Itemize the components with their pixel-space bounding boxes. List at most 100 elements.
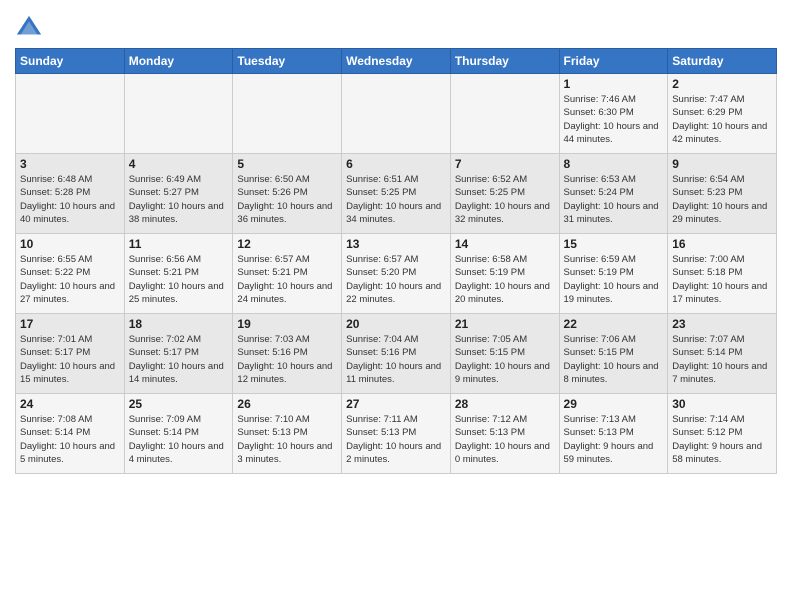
day-info: Sunrise: 7:06 AMSunset: 5:15 PMDaylight:… [564,333,664,386]
calendar-table: SundayMondayTuesdayWednesdayThursdayFrid… [15,48,777,474]
calendar-cell: 18 Sunrise: 7:02 AMSunset: 5:17 PMDayligh… [124,314,233,394]
day-info: Sunrise: 6:50 AMSunset: 5:26 PMDaylight:… [237,173,337,226]
day-number: 22 [564,317,664,331]
day-number: 5 [237,157,337,171]
day-number: 24 [20,397,120,411]
day-number: 9 [672,157,772,171]
day-of-week-header: Friday [559,49,668,74]
calendar-week-row: 24Sunrise: 7:08 AMSunset: 5:14 PMDayligh… [16,394,777,474]
calendar-cell [233,74,342,154]
calendar-cell: 2 Sunrise: 7:47 AMSunset: 6:29 PMDaylight… [668,74,777,154]
calendar-cell: 20 Sunrise: 7:04 AMSunset: 5:16 PMDayligh… [342,314,451,394]
calendar-cell: 12 Sunrise: 6:57 AMSunset: 5:21 PMDayligh… [233,234,342,314]
day-info: Sunrise: 6:59 AMSunset: 5:19 PMDaylight:… [564,253,664,306]
day-number: 26 [237,397,337,411]
calendar-cell [450,74,559,154]
day-number: 7 [455,157,555,171]
calendar-cell [124,74,233,154]
day-number: 18 [129,317,229,331]
day-of-week-header: Tuesday [233,49,342,74]
day-info: Sunrise: 6:52 AMSunset: 5:25 PMDaylight:… [455,173,555,226]
day-info: Sunrise: 7:01 AMSunset: 5:17 PMDaylight:… [20,333,120,386]
calendar-cell: 16 Sunrise: 7:00 AMSunset: 5:18 PMDayligh… [668,234,777,314]
day-info: Sunrise: 7:00 AMSunset: 5:18 PMDaylight:… [672,253,772,306]
day-info: Sunrise: 6:53 AMSunset: 5:24 PMDaylight:… [564,173,664,226]
day-number: 16 [672,237,772,251]
day-number: 23 [672,317,772,331]
day-info: Sunrise: 7:03 AMSunset: 5:16 PMDaylight:… [237,333,337,386]
day-number: 12 [237,237,337,251]
calendar-cell: 25Sunrise: 7:09 AMSunset: 5:14 PMDayligh… [124,394,233,474]
calendar-cell: 5 Sunrise: 6:50 AMSunset: 5:26 PMDaylight… [233,154,342,234]
day-of-week-header: Wednesday [342,49,451,74]
day-info: Sunrise: 7:47 AMSunset: 6:29 PMDaylight:… [672,93,772,146]
day-number: 20 [346,317,446,331]
day-number: 4 [129,157,229,171]
calendar-week-row: 10 Sunrise: 6:55 AMSunset: 5:22 PMDayligh… [16,234,777,314]
day-number: 30 [672,397,772,411]
calendar-cell: 14 Sunrise: 6:58 AMSunset: 5:19 PMDayligh… [450,234,559,314]
day-number: 10 [20,237,120,251]
day-number: 13 [346,237,446,251]
logo [15,14,47,42]
day-info: Sunrise: 6:56 AMSunset: 5:21 PMDaylight:… [129,253,229,306]
day-number: 17 [20,317,120,331]
calendar-cell: 6Sunrise: 6:51 AMSunset: 5:25 PMDaylight… [342,154,451,234]
day-info: Sunrise: 6:57 AMSunset: 5:21 PMDaylight:… [237,253,337,306]
calendar-cell: 29 Sunrise: 7:13 AMSunset: 5:13 PMDayligh… [559,394,668,474]
day-info: Sunrise: 7:12 AMSunset: 5:13 PMDaylight:… [455,413,555,466]
day-info: Sunrise: 7:46 AMSunset: 6:30 PMDaylight:… [564,93,664,146]
calendar-cell: 30 Sunrise: 7:14 AMSunset: 5:12 PMDayligh… [668,394,777,474]
day-info: Sunrise: 7:02 AMSunset: 5:17 PMDaylight:… [129,333,229,386]
calendar-cell: 4 Sunrise: 6:49 AMSunset: 5:27 PMDaylight… [124,154,233,234]
calendar-cell: 3 Sunrise: 6:48 AMSunset: 5:28 PMDaylight… [16,154,125,234]
calendar-cell: 11 Sunrise: 6:56 AMSunset: 5:21 PMDayligh… [124,234,233,314]
day-number: 27 [346,397,446,411]
day-number: 15 [564,237,664,251]
calendar-cell: 28 Sunrise: 7:12 AMSunset: 5:13 PMDayligh… [450,394,559,474]
day-number: 29 [564,397,664,411]
day-info: Sunrise: 6:55 AMSunset: 5:22 PMDaylight:… [20,253,120,306]
calendar-header: SundayMondayTuesdayWednesdayThursdayFrid… [16,49,777,74]
page-container: SundayMondayTuesdayWednesdayThursdayFrid… [0,0,792,479]
day-of-week-header: Saturday [668,49,777,74]
day-info: Sunrise: 7:04 AMSunset: 5:16 PMDaylight:… [346,333,446,386]
day-info: Sunrise: 7:05 AMSunset: 5:15 PMDaylight:… [455,333,555,386]
day-info: Sunrise: 7:13 AMSunset: 5:13 PMDaylight:… [564,413,664,466]
day-info: Sunrise: 7:10 AMSunset: 5:13 PMDaylight:… [237,413,337,466]
day-info: Sunrise: 7:14 AMSunset: 5:12 PMDaylight:… [672,413,772,466]
calendar-week-row: 3 Sunrise: 6:48 AMSunset: 5:28 PMDaylight… [16,154,777,234]
calendar-cell [342,74,451,154]
calendar-cell: 26 Sunrise: 7:10 AMSunset: 5:13 PMDayligh… [233,394,342,474]
header [15,10,777,42]
calendar-cell: 17 Sunrise: 7:01 AMSunset: 5:17 PMDayligh… [16,314,125,394]
day-number: 14 [455,237,555,251]
calendar-body: 1Sunrise: 7:46 AMSunset: 6:30 PMDaylight… [16,74,777,474]
day-number: 3 [20,157,120,171]
day-info: Sunrise: 7:09 AMSunset: 5:14 PMDaylight:… [129,413,229,466]
day-number: 28 [455,397,555,411]
calendar-cell: 23Sunrise: 7:07 AMSunset: 5:14 PMDayligh… [668,314,777,394]
calendar-cell: 21Sunrise: 7:05 AMSunset: 5:15 PMDayligh… [450,314,559,394]
calendar-week-row: 1Sunrise: 7:46 AMSunset: 6:30 PMDaylight… [16,74,777,154]
day-of-week-header: Thursday [450,49,559,74]
day-info: Sunrise: 6:54 AMSunset: 5:23 PMDaylight:… [672,173,772,226]
day-info: Sunrise: 6:49 AMSunset: 5:27 PMDaylight:… [129,173,229,226]
calendar-cell: 1Sunrise: 7:46 AMSunset: 6:30 PMDaylight… [559,74,668,154]
day-number: 8 [564,157,664,171]
day-number: 2 [672,77,772,91]
calendar-cell [16,74,125,154]
day-info: Sunrise: 6:48 AMSunset: 5:28 PMDaylight:… [20,173,120,226]
calendar-cell: 7 Sunrise: 6:52 AMSunset: 5:25 PMDaylight… [450,154,559,234]
logo-icon [15,14,43,42]
day-number: 19 [237,317,337,331]
day-number: 11 [129,237,229,251]
header-row: SundayMondayTuesdayWednesdayThursdayFrid… [16,49,777,74]
calendar-cell: 24Sunrise: 7:08 AMSunset: 5:14 PMDayligh… [16,394,125,474]
calendar-cell: 13Sunrise: 6:57 AMSunset: 5:20 PMDayligh… [342,234,451,314]
day-info: Sunrise: 6:58 AMSunset: 5:19 PMDaylight:… [455,253,555,306]
calendar-cell: 8 Sunrise: 6:53 AMSunset: 5:24 PMDaylight… [559,154,668,234]
calendar-cell: 22 Sunrise: 7:06 AMSunset: 5:15 PMDayligh… [559,314,668,394]
calendar-cell: 27Sunrise: 7:11 AMSunset: 5:13 PMDayligh… [342,394,451,474]
day-info: Sunrise: 6:51 AMSunset: 5:25 PMDaylight:… [346,173,446,226]
